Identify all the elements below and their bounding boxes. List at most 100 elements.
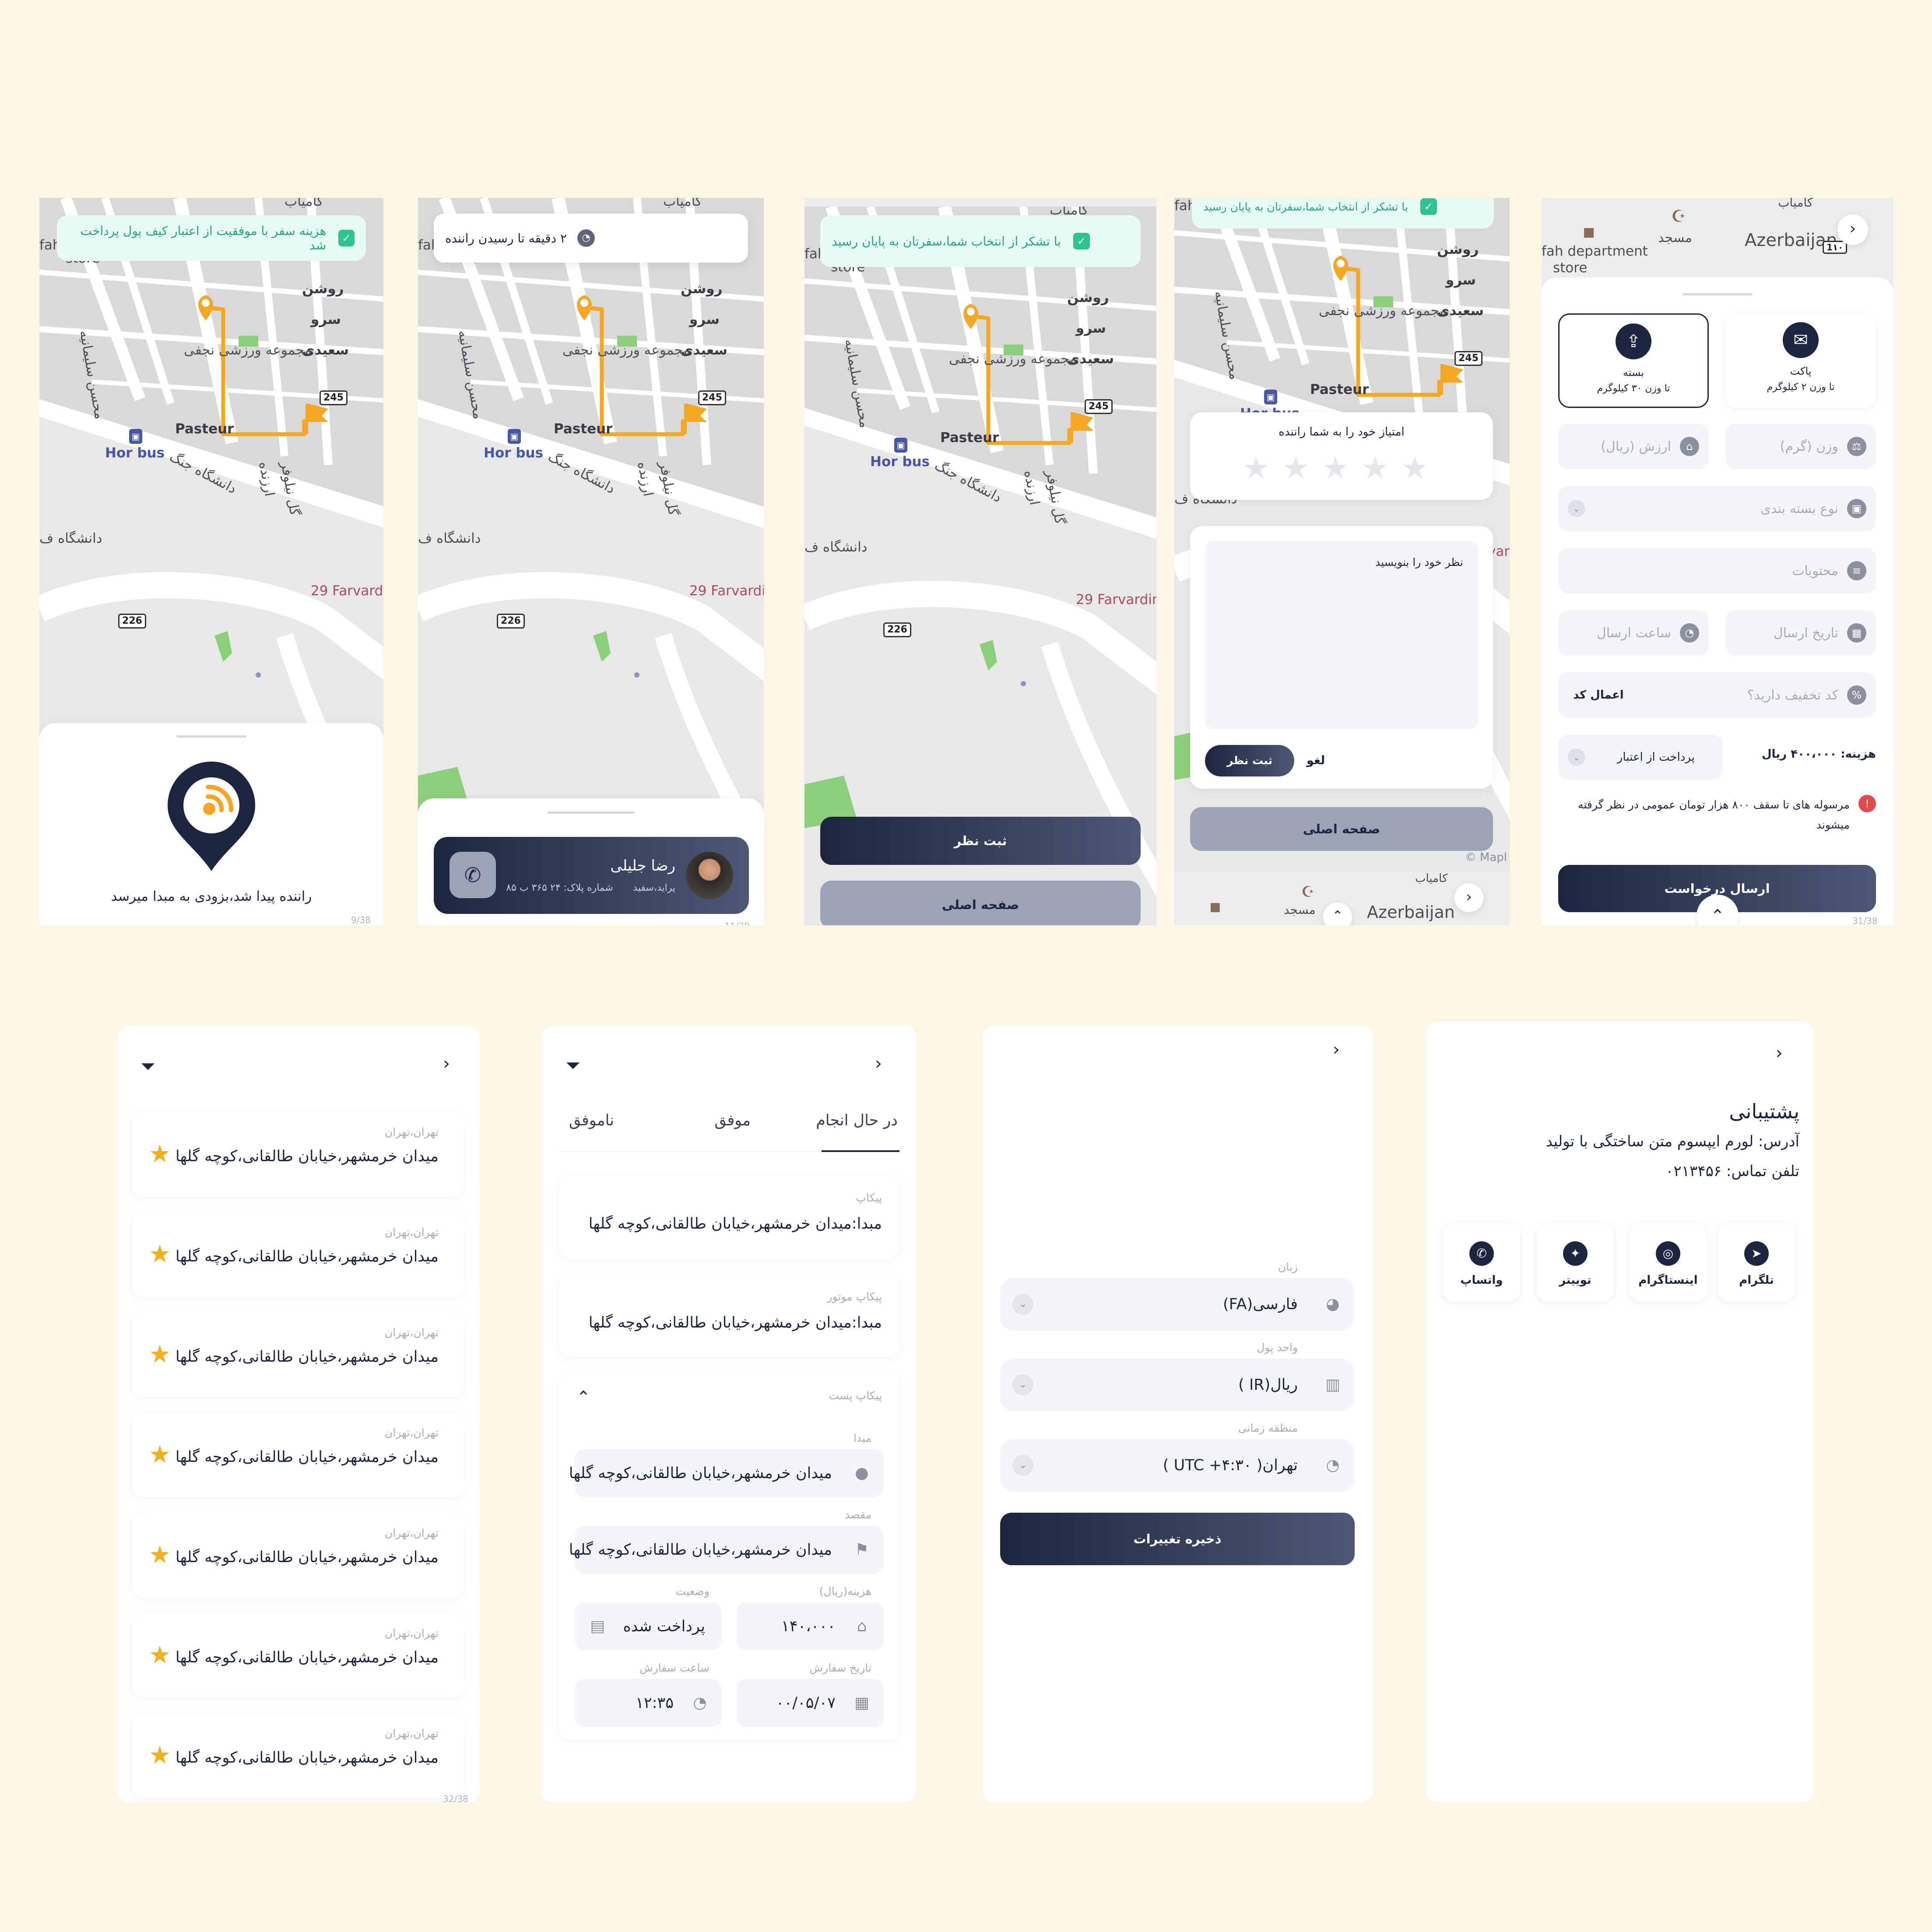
discount-field[interactable]: % کد تخفیف دارید؟ اعمال کد (1558, 672, 1876, 718)
save-changes-button[interactable]: ذخیره تغییرات (1000, 1513, 1355, 1565)
status-field: وضعیت پرداخت شده ▤ (575, 1585, 722, 1651)
star-icon[interactable]: ★ (1361, 450, 1401, 486)
drag-handle[interactable] (1683, 293, 1753, 295)
instagram-icon: ◎ (1656, 1241, 1680, 1266)
tag-icon: ⌂ (1680, 437, 1699, 456)
instagram-button[interactable]: ◎ اینستاگرام (1630, 1223, 1707, 1302)
driver-card: رضا جلیلی پراید،سفید شماره پلاک: ۲۴ ۳۶۵ … (434, 837, 749, 914)
receipt-icon: ▤ (590, 1617, 605, 1635)
submit-comment-button[interactable]: ثبت نظر (1205, 745, 1294, 776)
discount-icon: % (1847, 685, 1866, 705)
star-icon[interactable]: ★ (149, 1641, 171, 1669)
star-icon[interactable]: ★ (149, 1440, 171, 1469)
back-button[interactable]: › (1319, 1033, 1354, 1068)
address-item[interactable]: تهران،تهران میدان خرمشهر،خیابان طالقانی،ک… (132, 1613, 464, 1698)
address-item[interactable]: تهران،تهران میدان خرمشهر،خیابان طالقانی،ک… (132, 1112, 464, 1197)
whatsapp-button[interactable]: ✆ واتساپ (1443, 1223, 1520, 1302)
packaging-select[interactable]: ▣ نوع بسته بندی ⌄ (1558, 486, 1876, 531)
apply-code-button[interactable]: اعمال کد (1573, 688, 1624, 702)
road-shield: 245 (1454, 351, 1482, 366)
tab-failed[interactable]: ناموفق (569, 1112, 614, 1129)
bus-stop-icon: ▣ (1264, 390, 1277, 404)
driver-name: رضا جلیلی (610, 857, 675, 875)
back-button[interactable]: › (1762, 1036, 1797, 1071)
back-button[interactable]: › (429, 1047, 464, 1082)
city: تهران،تهران (384, 1727, 439, 1740)
home-button[interactable]: صفحه اصلی (1190, 807, 1493, 851)
location-pin-icon (168, 762, 255, 875)
telegram-button[interactable]: ➤ تلگرام (1718, 1223, 1795, 1302)
map-label: Hor bus (870, 454, 930, 470)
star-icon[interactable]: ★ (1282, 450, 1322, 486)
weight-field[interactable]: ⚖ وزن (گرم) (1725, 424, 1876, 469)
timezone-select[interactable]: منطقه زمانی ◔ تهران( UTC +۴:۳۰ ) ⌄ (1000, 1422, 1355, 1492)
star-icon[interactable]: ★ (149, 1541, 171, 1569)
back-button[interactable]: › (861, 1047, 896, 1082)
check-icon: ✓ (1073, 233, 1090, 249)
home-button[interactable]: صفحه اصلی (820, 881, 1141, 925)
time-field: ساعت سفارش ◔ ۱۲:۳۵ (575, 1662, 722, 1727)
screen-orders: ⏷ › در حال انجام موفق ناموفق پیکاپ مبدا:… (541, 1026, 916, 1802)
bus-stop-icon: ▣ (894, 438, 907, 453)
star-rating[interactable]: ★★★★★ (1190, 450, 1493, 486)
star-icon[interactable]: ★ (1322, 450, 1362, 486)
twitter-button[interactable]: ✦ توییتر (1537, 1223, 1614, 1302)
star-icon[interactable]: ★ (149, 1741, 171, 1770)
comment-textarea[interactable]: نظر خود را بنویسید (1205, 541, 1478, 729)
forward-arrow-button[interactable]: › (1454, 883, 1483, 912)
success-toast: ✓ هزینه سفر با موفقیت از اعتبار کیف پول … (57, 215, 366, 261)
call-button[interactable]: ✆ (450, 852, 496, 898)
expand-up-button[interactable]: ⌃ (1323, 903, 1352, 925)
filter-icon[interactable]: ⏷ (136, 1054, 160, 1078)
map-label: روشن (302, 281, 344, 297)
date-field[interactable]: ▦ تاریخ ارسال (1725, 610, 1876, 656)
notice: ! مرسوله های تا سقف ۸۰۰ هزار تومان عمومی… (1558, 795, 1876, 835)
order-card-expanded[interactable]: پیکاپ پست ⌃ مبدا ● میدان خرمشهر،خیابان ط… (559, 1373, 899, 1740)
star-icon[interactable]: ★ (149, 1340, 171, 1369)
drag-handle[interactable] (176, 735, 246, 738)
map-label: سرو (311, 312, 341, 327)
star-icon[interactable]: ★ (1401, 450, 1441, 486)
address-item[interactable]: تهران،تهران میدان خرمشهر،خیابان طالقانی،ک… (132, 1513, 464, 1598)
active-tab-underline (822, 1150, 899, 1152)
address-item[interactable]: تهران،تهران میدان خرمشهر،خیابان طالقانی،ک… (132, 1312, 464, 1397)
order-card[interactable]: پیکاپ موتور مبدا:میدان خرمشهر،خیابان طال… (559, 1274, 899, 1357)
screen-new-shipment: کامیاب Azerbaijan مسجد fah department st… (1542, 198, 1893, 925)
map-label: سرو (1446, 272, 1476, 288)
type-pack[interactable]: ✉ پاکت تا وزن ۲ کیلوگرم (1725, 313, 1876, 408)
eta-toast: ◔ ۲ دقیقه تا رسیدن راننده (434, 214, 748, 263)
type-box[interactable]: ⇪ بسته تا وزن ۳۰ کیلوگرم (1558, 313, 1709, 408)
address: میدان خرمشهر،خیابان طالقانی،کوچه گلها (175, 1549, 439, 1566)
tab-in-progress[interactable]: در حال انجام (816, 1112, 898, 1129)
star-icon[interactable]: ★ (149, 1240, 171, 1268)
collapse-icon[interactable]: ⌃ (576, 1388, 590, 1407)
address: میدان خرمشهر،خیابان طالقانی،کوچه گلها (175, 1649, 439, 1666)
time-field[interactable]: ◔ ساعت ارسال (1558, 610, 1709, 656)
package-icon: ▣ (1847, 499, 1866, 518)
address-item[interactable]: تهران،تهران میدان خرمشهر،خیابان طالقانی،ک… (132, 1713, 464, 1798)
payment-method-select[interactable]: پرداخت از اعتبار ⌄ (1558, 734, 1723, 780)
address-item[interactable]: تهران،تهران میدان خرمشهر،خیابان طالقانی،ک… (132, 1212, 464, 1297)
cancel-button[interactable]: لغو (1307, 754, 1325, 767)
clock-icon: ◔ (1326, 1456, 1340, 1474)
star-icon[interactable]: ★ (1242, 450, 1282, 486)
drag-handle[interactable] (547, 811, 635, 814)
order-card[interactable]: پیکاپ مبدا:میدان خرمشهر،خیابان طالقانی،ک… (559, 1175, 899, 1258)
screen-trip-ended: روشن سرو سعیدی محسن سلیمانیه مجموعه ورزشی نج… (804, 198, 1156, 925)
currency-select[interactable]: واحد پول ▥ ریال(IR ) ⌄ (1000, 1341, 1355, 1411)
map-label: دانشگاه ف (39, 530, 102, 546)
filter-icon[interactable]: ⏷ (561, 1053, 585, 1078)
language-select[interactable]: زبان ◕ فارسی(FA) ⌄ (1000, 1261, 1355, 1331)
forward-arrow-button[interactable]: › (1837, 214, 1868, 245)
map-label: 29 Farvardin (689, 583, 764, 599)
driver-car: پراید،سفید (633, 882, 675, 893)
bus-stop-icon: ▣ (508, 429, 521, 444)
star-icon[interactable]: ★ (149, 1140, 171, 1168)
submit-review-button[interactable]: ثبت نظر (820, 817, 1141, 865)
mini-map[interactable]: Azerbaijan مسجد کامیاب ◼ ☪ › ⌃ (1174, 872, 1510, 925)
tab-success[interactable]: موفق (714, 1112, 751, 1129)
value-field[interactable]: ⌂ ارزش (ریال) (1558, 424, 1709, 469)
contents-field[interactable]: ≡ محتویات (1558, 548, 1876, 594)
address-item[interactable]: تهران،تهران میدان خرمشهر،خیابان طالقانی،ک… (132, 1412, 464, 1497)
origin-field: مبدا ● میدان خرمشهر،خیابان طالقانی،کوچه … (569, 1432, 884, 1497)
